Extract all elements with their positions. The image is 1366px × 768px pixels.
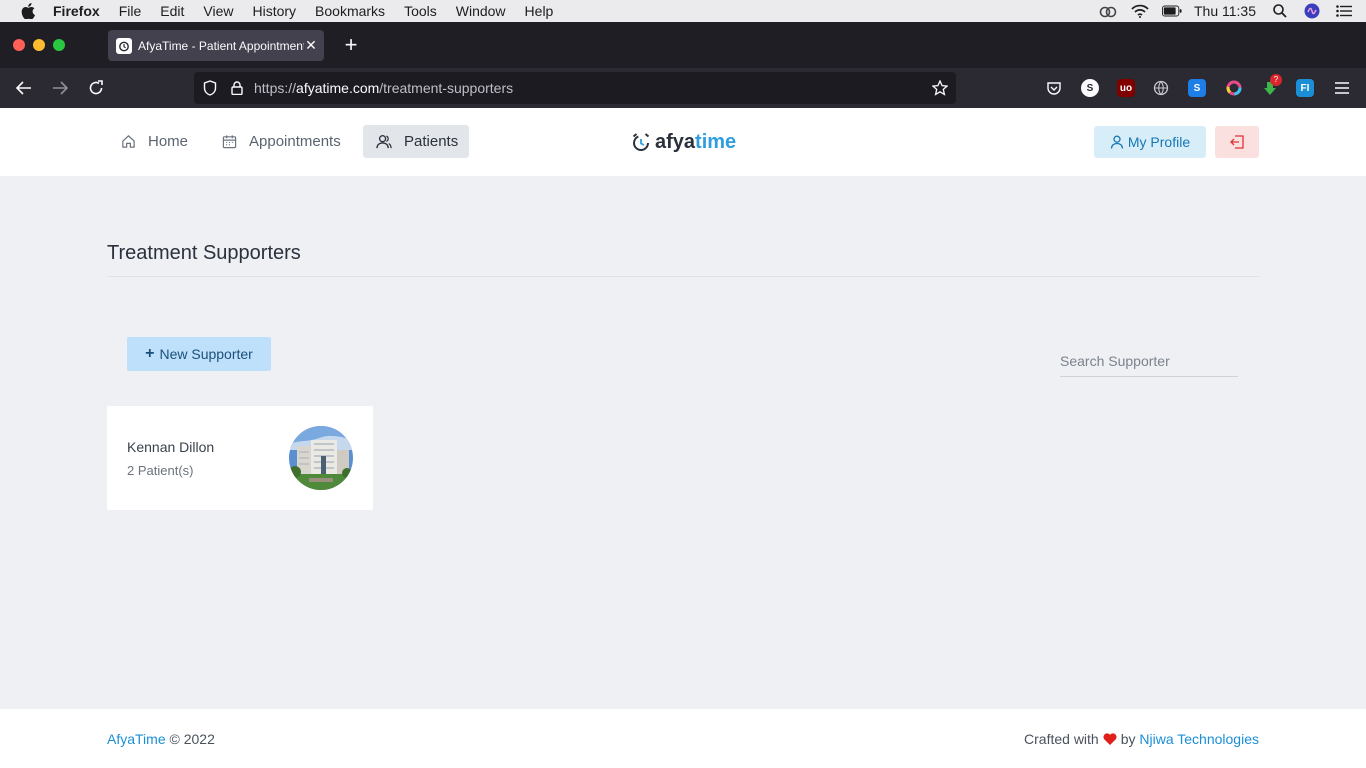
logo-text-time: time [695, 130, 737, 153]
title-divider [107, 276, 1259, 277]
logo-text-afya: afya [655, 130, 696, 153]
url-scheme: https:// [254, 80, 297, 96]
back-icon[interactable] [13, 77, 35, 99]
page-title: Treatment Supporters [107, 242, 301, 264]
menu-bookmarks[interactable]: Bookmarks [315, 3, 385, 19]
supporter-patient-count: 2 Patient(s) [127, 463, 194, 478]
nav-patients[interactable]: Patients [363, 125, 469, 158]
s-blue-extension-icon[interactable]: S [1188, 79, 1206, 97]
nav-patients-label: Patients [404, 133, 459, 150]
new-tab-button[interactable]: + [340, 34, 362, 56]
logout-button[interactable] [1215, 126, 1259, 158]
footer-credits: Crafted with by Njiwa Technologies [1024, 731, 1259, 747]
menu-history[interactable]: History [252, 3, 296, 19]
wifi-icon[interactable] [1130, 2, 1150, 20]
footer-crafted-text: Crafted with [1024, 731, 1099, 747]
menu-edit[interactable]: Edit [160, 3, 184, 19]
fi-extension-icon[interactable]: FI [1296, 79, 1314, 97]
footer-copyright-text: © 2022 [169, 731, 215, 747]
new-supporter-label: New Supporter [159, 346, 253, 362]
afyatime-logo[interactable]: afya time [631, 130, 736, 154]
siri-icon[interactable] [1302, 2, 1322, 20]
menu-help[interactable]: Help [525, 3, 554, 19]
spotlight-search-icon[interactable] [1270, 2, 1290, 20]
url-path: /treatment-supporters [379, 80, 514, 96]
control-center-icon[interactable] [1334, 2, 1354, 20]
menu-firefox[interactable]: Firefox [53, 3, 100, 19]
menu-clock[interactable]: Thu 11:35 [1194, 3, 1256, 19]
heart-icon [1103, 733, 1117, 745]
browser-tab-bar: AfyaTime - Patient Appointment ✕ + [0, 22, 1366, 68]
url-bar[interactable]: https://afyatime.com/treatment-supporter… [194, 72, 956, 104]
battery-icon[interactable] [1161, 2, 1182, 20]
menu-file[interactable]: File [119, 3, 142, 19]
extension-badge: ? [1270, 74, 1282, 86]
apple-icon[interactable] [19, 2, 37, 20]
user-icon [1110, 135, 1124, 149]
ublock-origin-icon[interactable]: uo [1117, 79, 1135, 97]
supporter-avatar [289, 426, 353, 490]
globe-extension-icon[interactable] [1152, 79, 1170, 97]
menu-tools[interactable]: Tools [404, 3, 437, 19]
reload-icon[interactable] [85, 77, 107, 99]
browser-nav-bar: https://afyatime.com/treatment-supporter… [0, 68, 1366, 108]
nav-home[interactable]: Home [107, 125, 201, 158]
url-host: afyatime.com [296, 80, 380, 96]
logout-icon [1230, 135, 1244, 149]
footer-copyright: AfyaTime © 2022 [107, 731, 215, 747]
footer-by-text: by [1120, 731, 1136, 747]
users-icon [376, 134, 392, 150]
calendar-icon [221, 134, 237, 150]
alarm-clock-logo-icon [632, 133, 650, 151]
window-close-button[interactable] [13, 39, 25, 51]
search-supporter-input[interactable] [1060, 346, 1238, 377]
window-minimize-button[interactable] [33, 39, 45, 51]
tab-title: AfyaTime - Patient Appointment [138, 38, 304, 53]
page-footer: AfyaTime © 2022 Crafted with by Njiwa Te… [0, 709, 1366, 768]
my-profile-label: My Profile [1127, 134, 1191, 150]
color-picker-extension-icon[interactable] [1225, 79, 1243, 97]
lock-icon[interactable] [230, 80, 244, 96]
supporter-card[interactable]: Kennan Dillon 2 Patient(s) [107, 406, 373, 510]
window-zoom-button[interactable] [53, 39, 65, 51]
macos-menu-bar: Firefox File Edit View History Bookmarks… [0, 0, 1366, 22]
new-supporter-button[interactable]: + New Supporter [127, 337, 271, 371]
bookmark-star-icon[interactable] [931, 79, 949, 96]
my-profile-button[interactable]: My Profile [1094, 126, 1206, 158]
tracking-protection-shield-icon[interactable] [202, 80, 218, 96]
nav-appointments-label: Appointments [249, 133, 341, 150]
footer-brand-link[interactable]: AfyaTime [107, 731, 166, 747]
nav-appointments[interactable]: Appointments [208, 125, 354, 158]
supporter-name[interactable]: Kennan Dillon [127, 439, 214, 455]
nav-home-label: Home [148, 133, 189, 150]
menu-window[interactable]: Window [456, 3, 506, 19]
s-extension-icon[interactable]: S [1081, 79, 1099, 97]
browser-tab[interactable]: AfyaTime - Patient Appointment ✕ [108, 30, 324, 61]
afyatime-favicon-icon [116, 37, 132, 54]
tab-close-icon[interactable]: ✕ [304, 37, 318, 53]
menu-view[interactable]: View [203, 3, 233, 19]
pocket-icon[interactable] [1045, 79, 1063, 97]
forward-icon[interactable] [49, 77, 71, 99]
home-icon [120, 134, 136, 150]
plus-icon: + [145, 345, 155, 362]
app-header: Home Appointments Patients afya time My P… [0, 108, 1366, 176]
creative-cloud-icon[interactable] [1098, 2, 1118, 20]
hamburger-menu-icon[interactable] [1331, 77, 1353, 99]
footer-company-link[interactable]: Njiwa Technologies [1139, 731, 1259, 747]
